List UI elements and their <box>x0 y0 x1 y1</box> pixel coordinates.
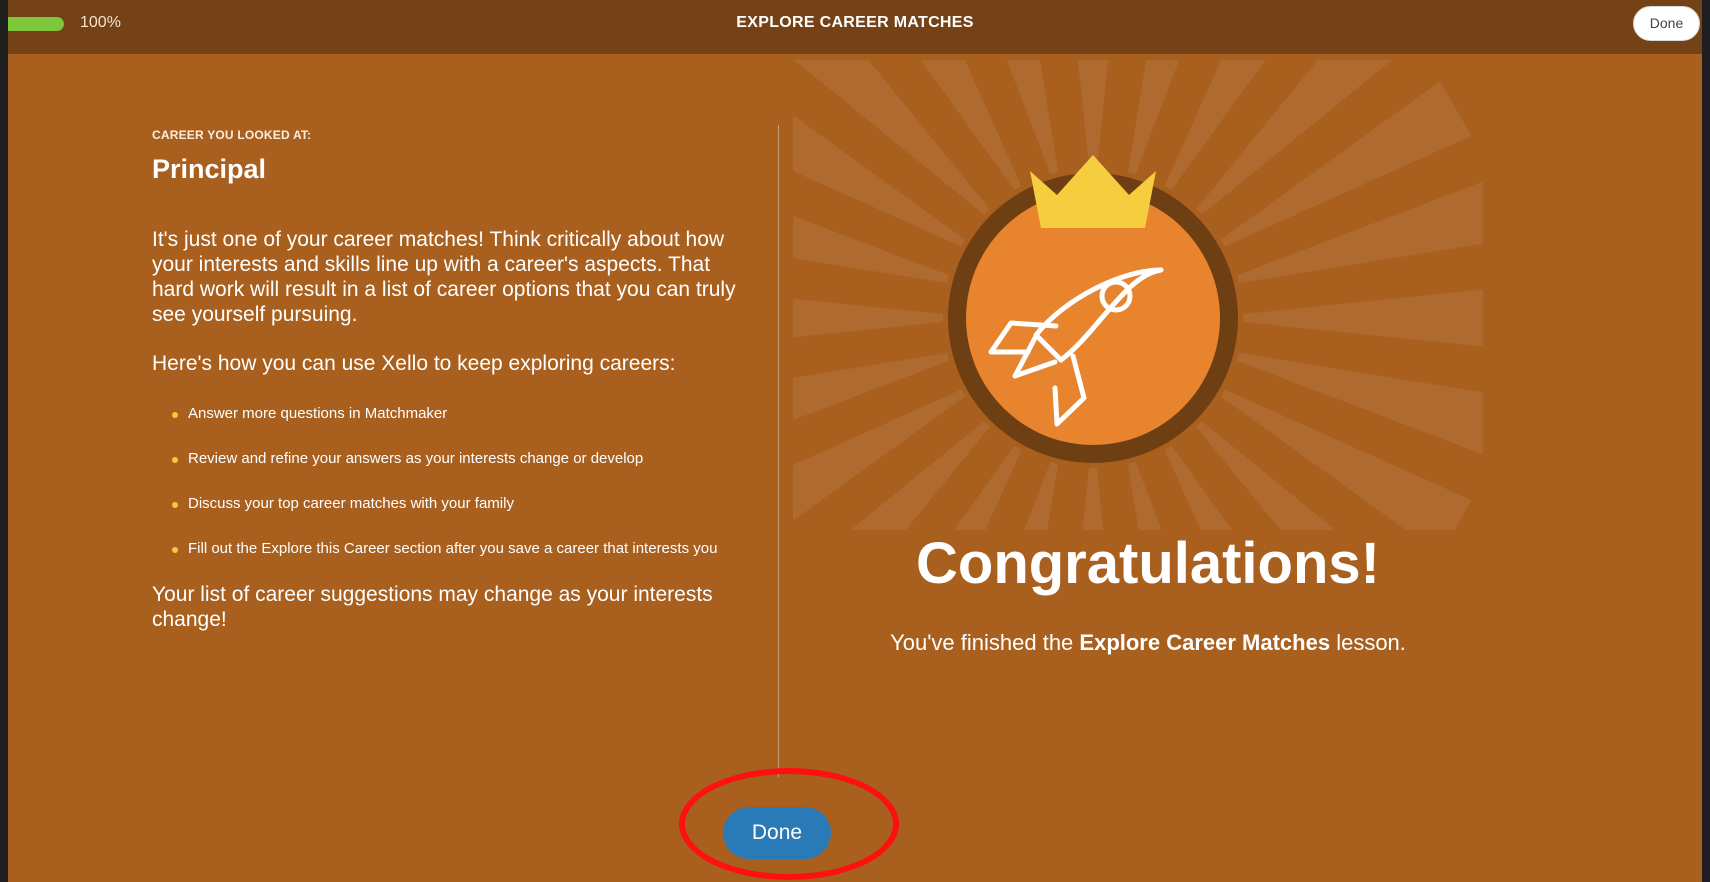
career-title: Principal <box>152 154 267 184</box>
list-item: Review and refine your answers as your i… <box>152 447 737 471</box>
bullet-dot <box>172 412 178 418</box>
lesson-complete-screen: 100% EXPLORE CAREER MATCHES Done CAREER … <box>8 0 1702 882</box>
finished-prefix: You've finished the <box>890 630 1080 655</box>
lesson-finished-message: You've finished the Explore Career Match… <box>798 630 1498 656</box>
sunburst-ray <box>1236 353 1483 455</box>
intro-paragraph: It's just one of your career matches! Th… <box>152 228 736 326</box>
column-divider <box>778 125 779 777</box>
app-frame: 100% EXPLORE CAREER MATCHES Done CAREER … <box>0 0 1710 882</box>
closing-paragraph: Your list of career suggestions may chan… <box>152 583 713 631</box>
use-xello-paragraph: Here's how you can use Xello to keep exp… <box>152 352 676 375</box>
bullet-dot <box>172 547 178 553</box>
congratulations-heading: Congratulations! <box>916 531 1380 596</box>
list-item-text: Review and refine your answers as your i… <box>188 450 644 467</box>
top-done-button[interactable]: Done <box>1633 6 1700 41</box>
career-summary: CAREER YOU LOOKED AT: Principal It's jus… <box>152 128 737 632</box>
lesson-name: Explore Career Matches <box>1079 630 1331 655</box>
list-item-text: Answer more questions in Matchmaker <box>188 405 448 422</box>
list-item: Fill out the Explore this Career section… <box>152 537 737 561</box>
sunburst-ray <box>1082 467 1104 530</box>
list-item: Answer more questions in Matchmaker <box>152 402 737 426</box>
sunburst-ray <box>1077 60 1109 169</box>
sunburst-ray <box>1242 289 1483 347</box>
tips-list: Answer more questions in Matchmaker Revi… <box>152 402 737 561</box>
achievement-badge <box>793 60 1483 530</box>
bullet-dot <box>172 502 178 508</box>
sunburst-ray <box>793 298 944 338</box>
bullet-dot <box>172 457 178 463</box>
list-item: Discuss your top career matches with you… <box>152 492 737 516</box>
badge-circle <box>966 191 1220 445</box>
list-item-text: Fill out the Explore this Career section… <box>188 540 718 557</box>
eyebrow-label: CAREER YOU LOOKED AT: <box>152 128 312 142</box>
finished-suffix: lesson. <box>1330 630 1406 655</box>
sunburst-ray <box>1236 181 1483 283</box>
top-bar: 100% EXPLORE CAREER MATCHES Done <box>8 0 1702 54</box>
lesson-title: EXPLORE CAREER MATCHES <box>736 14 974 31</box>
list-item-text: Discuss your top career matches with you… <box>188 495 514 512</box>
annotation-circle <box>679 768 899 880</box>
